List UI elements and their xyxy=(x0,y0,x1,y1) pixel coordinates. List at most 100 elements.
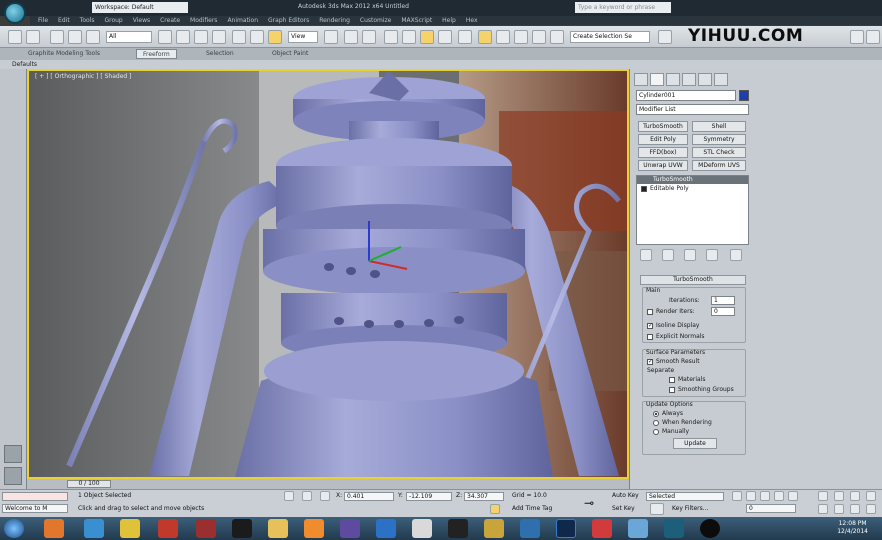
zoom-extents-icon[interactable] xyxy=(850,491,860,501)
set-key-button[interactable]: Set Key xyxy=(612,505,635,513)
zoom-all-icon[interactable] xyxy=(834,491,844,501)
curve-editor-icon[interactable] xyxy=(550,30,564,44)
align-icon[interactable] xyxy=(496,30,510,44)
manually-radio[interactable]: Manually xyxy=(653,428,689,436)
mini-listener-icon[interactable] xyxy=(4,467,22,485)
chrome-icon[interactable] xyxy=(120,519,140,538)
filezilla-icon[interactable] xyxy=(158,519,178,538)
play-icon[interactable] xyxy=(760,491,770,501)
next-frame-icon[interactable] xyxy=(774,491,784,501)
snap-toggle-icon[interactable] xyxy=(384,30,398,44)
previous-frame-icon[interactable] xyxy=(746,491,756,501)
start-button-icon[interactable] xyxy=(4,519,24,538)
absolute-mode-icon[interactable] xyxy=(320,491,330,501)
folder-icon[interactable] xyxy=(484,519,504,538)
isolate-selection-icon[interactable] xyxy=(302,491,312,501)
always-radio[interactable]: Always xyxy=(653,410,683,418)
mirror-icon[interactable] xyxy=(478,30,492,44)
link-icon[interactable] xyxy=(50,30,64,44)
app-logo-icon[interactable] xyxy=(4,2,26,24)
menu-item[interactable]: Help xyxy=(442,16,456,25)
symmetry-button[interactable]: Symmetry xyxy=(692,134,746,145)
camtasia-icon[interactable] xyxy=(448,519,468,538)
remove-modifier-icon[interactable] xyxy=(706,249,718,261)
iterations-spinner[interactable]: 1 xyxy=(711,296,735,305)
menu-item[interactable]: Hex xyxy=(466,16,478,25)
perspective-viewport[interactable]: [ + ] [ Orthographic ] [ Shaded ] xyxy=(27,69,629,479)
media-player-icon[interactable] xyxy=(232,519,252,538)
redo-icon[interactable] xyxy=(26,30,40,44)
render-setup-icon[interactable] xyxy=(850,30,864,44)
search-input[interactable]: Type a keyword or phrase xyxy=(575,2,671,13)
zoom-extents-all-icon[interactable] xyxy=(866,491,876,501)
select-manipulate-icon[interactable] xyxy=(344,30,358,44)
stack-item-turbosmooth[interactable]: TurboSmooth xyxy=(637,176,748,184)
key-mode-select[interactable]: Selected xyxy=(646,492,724,501)
add-time-tag-icon[interactable] xyxy=(490,504,500,514)
create-tab-icon[interactable] xyxy=(634,73,648,86)
network-icon[interactable] xyxy=(628,519,648,538)
spinner-snap-icon[interactable] xyxy=(438,30,452,44)
zoom-icon[interactable] xyxy=(818,491,828,501)
opera-icon[interactable] xyxy=(196,519,216,538)
workspace-dropdown[interactable]: Workspace: Default xyxy=(92,2,188,13)
object-color-swatch[interactable] xyxy=(739,90,749,101)
mdeform-uvs-button[interactable]: MDeform UVS xyxy=(692,160,746,171)
tab-graphite-modeling[interactable]: Graphite Modeling Tools xyxy=(22,49,106,59)
pan-view-icon[interactable] xyxy=(834,504,844,514)
tab-freeform[interactable]: Freeform xyxy=(136,49,177,59)
materials-checkbox[interactable]: Materials xyxy=(669,376,706,384)
isoline-display-checkbox[interactable]: ✓ Isoline Display xyxy=(647,322,699,330)
show-end-result-icon[interactable] xyxy=(662,249,674,261)
menu-item[interactable]: Tools xyxy=(80,16,95,25)
x-coordinate-field[interactable]: 0.401 xyxy=(344,492,394,501)
viewport-label[interactable]: [ + ] [ Orthographic ] [ Shaded ] xyxy=(35,73,131,80)
maxscript-listener[interactable] xyxy=(2,492,68,501)
angle-snap-icon[interactable] xyxy=(402,30,416,44)
select-by-name-icon[interactable] xyxy=(176,30,190,44)
smoothing-groups-checkbox[interactable]: Smoothing Groups xyxy=(669,386,734,394)
auto-key-button[interactable]: Auto Key xyxy=(612,492,639,500)
render-icon[interactable] xyxy=(866,30,880,44)
app-icon[interactable] xyxy=(340,519,360,538)
field-of-view-icon[interactable] xyxy=(818,504,828,514)
menu-item[interactable]: Group xyxy=(104,16,122,25)
smooth-result-checkbox[interactable]: ✓ Smooth Result xyxy=(647,358,700,366)
make-unique-icon[interactable] xyxy=(684,249,696,261)
when-rendering-radio[interactable]: When Rendering xyxy=(653,419,712,427)
ie-icon[interactable] xyxy=(84,519,104,538)
word-icon[interactable] xyxy=(520,519,540,538)
selection-filter-select[interactable]: All xyxy=(106,31,152,43)
percent-snap-icon[interactable] xyxy=(420,30,434,44)
select-move-icon[interactable] xyxy=(232,30,246,44)
motion-tab-icon[interactable] xyxy=(682,73,696,86)
select-scale-icon[interactable] xyxy=(268,30,282,44)
shell-button[interactable]: Shell xyxy=(692,121,746,132)
menu-item[interactable]: Customize xyxy=(360,16,392,25)
menu-item[interactable]: Animation xyxy=(227,16,258,25)
graphite-toggle-icon[interactable] xyxy=(532,30,546,44)
explicit-normals-checkbox[interactable]: Explicit Normals xyxy=(647,333,705,341)
y-coordinate-field[interactable]: -12.109 xyxy=(406,492,452,501)
menu-item[interactable]: Views xyxy=(133,16,150,25)
photoshop-icon[interactable] xyxy=(556,519,576,538)
time-slider[interactable]: 0 / 100 xyxy=(67,480,111,488)
reference-coordinate-select[interactable]: View xyxy=(288,31,318,43)
firefox-icon[interactable] xyxy=(44,519,64,538)
pivot-center-icon[interactable] xyxy=(324,30,338,44)
render-iters-spinner[interactable]: 0 xyxy=(711,307,735,316)
schematic-view-icon[interactable] xyxy=(658,30,672,44)
modify-tab-icon[interactable] xyxy=(650,73,664,86)
rollout-turbosmooth[interactable]: TurboSmooth xyxy=(640,275,746,285)
region-select-icon[interactable] xyxy=(194,30,208,44)
edit-named-selection-icon[interactable] xyxy=(458,30,472,44)
orbit-icon[interactable] xyxy=(850,504,860,514)
lock-selection-icon[interactable] xyxy=(284,491,294,501)
unwrap-uvw-button[interactable]: Unwrap UVW xyxy=(638,160,688,171)
viewcube-icon[interactable] xyxy=(4,445,22,463)
hierarchy-tab-icon[interactable] xyxy=(666,73,680,86)
display-tab-icon[interactable] xyxy=(698,73,712,86)
recorder-icon[interactable] xyxy=(700,519,720,538)
object-name-field[interactable]: Cylinder001 xyxy=(636,90,736,101)
menu-item[interactable]: Edit xyxy=(58,16,70,25)
